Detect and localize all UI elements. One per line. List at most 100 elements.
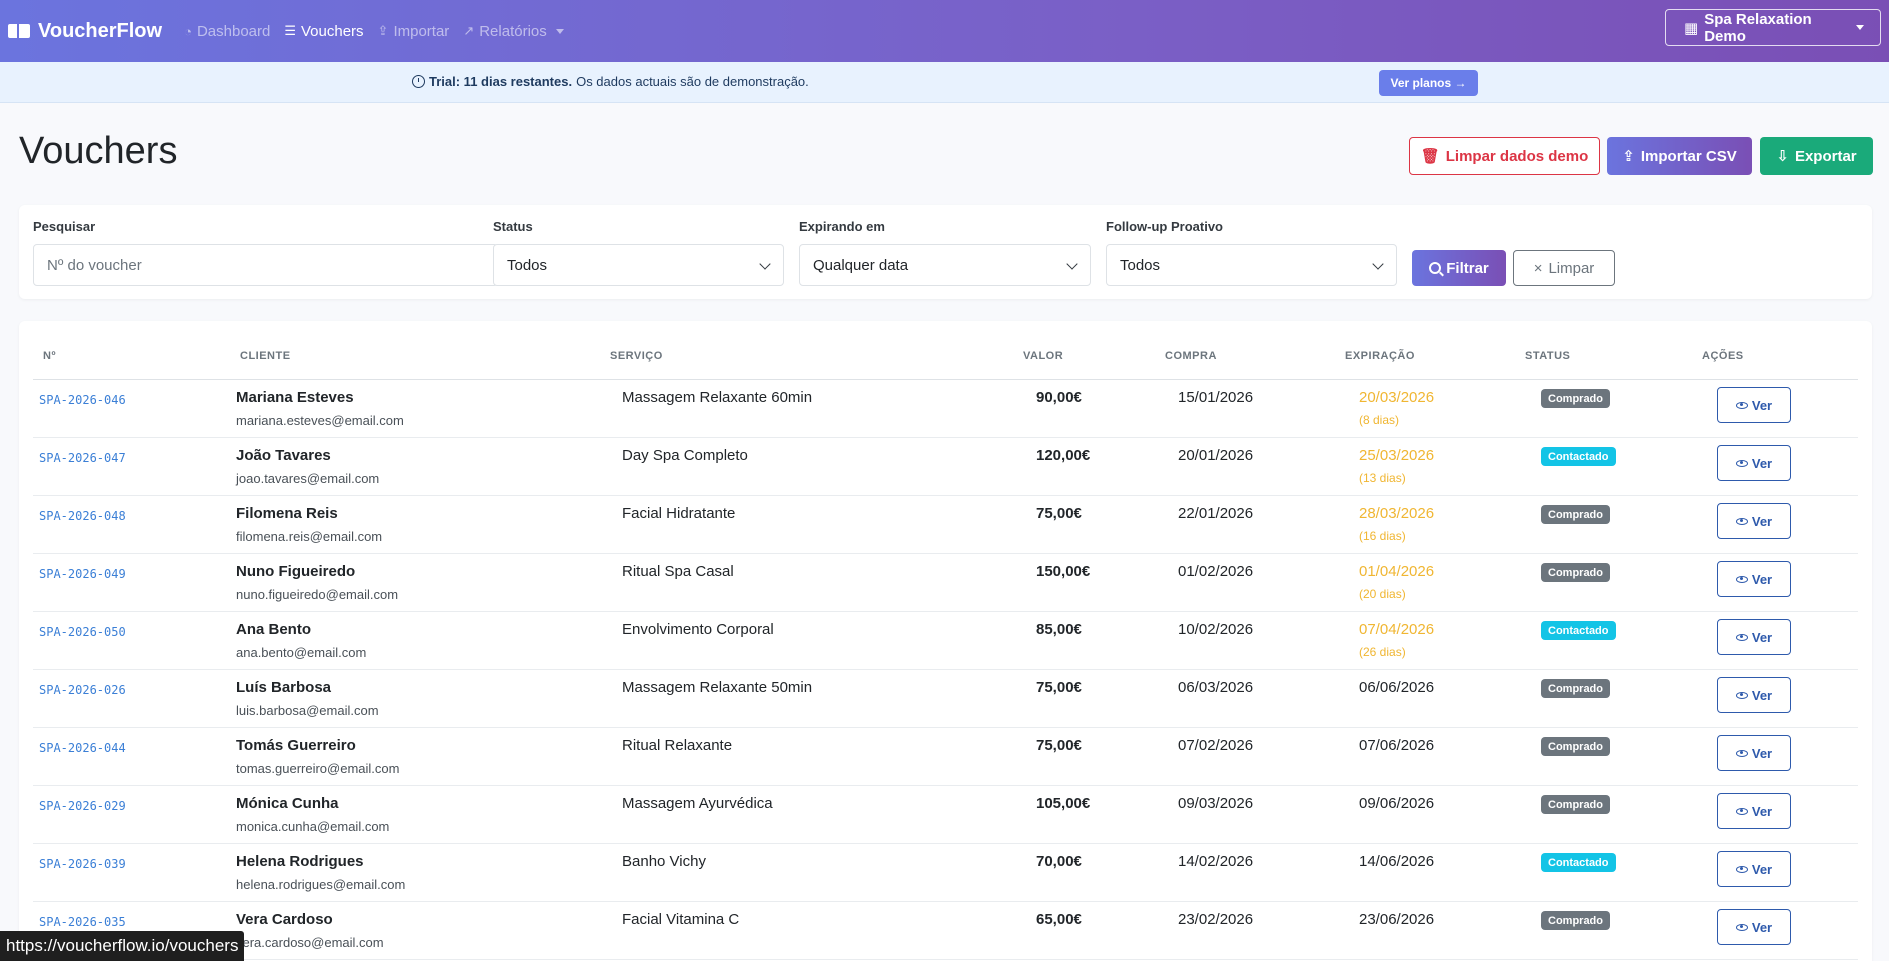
client-email: monica.cunha@email.com [236,819,390,834]
table-row: SPA-2026-048 Filomena Reis filomena.reis@e… [33,496,1858,554]
voucher-number-link[interactable]: SPA-2026-049 [39,567,126,581]
view-button[interactable]: Ver [1717,619,1791,655]
view-button[interactable]: Ver [1717,445,1791,481]
client-name: Mariana Esteves [236,389,354,406]
brand[interactable]: VoucherFlow [8,20,162,43]
client-name: Mónica Cunha [236,795,339,812]
nav-vouchers[interactable]: ☰ Vouchers [284,23,363,40]
purchase-date: 01/02/2026 [1178,563,1254,580]
search-label: Pesquisar [33,219,96,234]
service-name: Massagem Relaxante 60min [622,389,813,406]
voucher-value: 70,00€ [1036,853,1082,870]
import-csv-button[interactable]: ⇪ Importar CSV [1607,137,1752,175]
export-button[interactable]: ⇩ Exportar [1760,137,1873,175]
status-badge: Comprado [1541,795,1610,814]
reset-button[interactable]: × Limpar [1513,250,1615,286]
status-badge: Comprado [1541,505,1610,524]
export-label: Exportar [1794,147,1857,165]
voucher-value: 90,00€ [1036,389,1082,406]
view-button[interactable]: Ver [1717,735,1791,771]
voucher-value: 85,00€ [1036,621,1082,638]
purchase-date: 14/02/2026 [1178,853,1254,870]
table-row: SPA-2026-044 Tomás Guerreiro tomas.guerrei… [33,728,1858,786]
client-name: Luís Barbosa [236,679,332,696]
client-email: vera.cardoso@email.com [236,935,384,950]
search-input[interactable]: Nº do voucher [33,244,498,286]
client-email: luis.barbosa@email.com [236,703,379,718]
nav-importar[interactable]: ⇪ Importar [378,23,450,40]
status-badge: Comprado [1541,563,1610,582]
view-button[interactable]: Ver [1717,561,1791,597]
client-email: ana.bento@email.com [236,645,367,660]
view-button[interactable]: Ver [1717,503,1791,539]
voucher-number-link[interactable]: SPA-2026-046 [39,393,126,407]
chevron-down-icon [1066,258,1078,270]
view-button-label: Ver [1751,455,1773,471]
voucher-number-link[interactable]: SPA-2026-047 [39,451,126,465]
voucher-number-link[interactable]: SPA-2026-035 [39,915,126,929]
view-button[interactable]: Ver [1717,851,1791,887]
view-plans-button[interactable]: Ver planos → [1379,70,1478,96]
account-dropdown[interactable]: ▦ Spa Relaxation Demo [1665,9,1881,46]
table-row: SPA-2026-029 Mónica Cunha monica.cunha@ema… [33,786,1858,844]
status-select[interactable]: Todos [493,244,784,286]
view-button[interactable]: Ver [1717,677,1791,713]
view-button-label: Ver [1751,571,1773,587]
followup-select[interactable]: Todos [1106,244,1397,286]
voucher-number-link[interactable]: SPA-2026-044 [39,741,126,755]
days-remaining: (8 dias) [1359,413,1400,427]
status-badge: Comprado [1541,737,1610,756]
expiry-date: 14/06/2026 [1359,853,1435,870]
nav-relatorios[interactable]: ↗ Relatórios [463,22,564,40]
client-email: tomas.guerreiro@email.com [236,761,400,776]
days-remaining: (26 dias) [1359,645,1406,659]
link-status-bar: https://voucherflow.io/vouchers [0,931,245,961]
expiry-date: 07/04/2026 [1359,621,1435,638]
expiring-select[interactable]: Qualquer data [799,244,1091,286]
eye-icon [1735,691,1748,699]
col-header-valor: VALOR [1023,350,1064,362]
voucher-number-link[interactable]: SPA-2026-050 [39,625,126,639]
voucher-value: 65,00€ [1036,911,1082,928]
table-row: SPA-2026-050 Ana Bento ana.bento@email.com… [33,612,1858,670]
chevron-down-icon [759,258,771,270]
voucher-number-link[interactable]: SPA-2026-026 [39,683,126,697]
table-row: SPA-2026-035 Vera Cardoso vera.cardoso@ema… [33,902,1858,960]
client-name: Nuno Figueiredo [236,563,356,580]
nav-dashboard[interactable]: ◔ Dashboard [184,23,270,40]
client-email: mariana.esteves@email.com [236,413,404,428]
view-button[interactable]: Ver [1717,793,1791,829]
view-button[interactable]: Ver [1717,909,1791,945]
eye-icon [1735,517,1748,525]
expiry-date: 09/06/2026 [1359,795,1435,812]
expiry-date: 07/06/2026 [1359,737,1435,754]
view-button[interactable]: Ver [1717,387,1791,423]
voucher-number-link[interactable]: SPA-2026-029 [39,799,126,813]
eye-icon [1735,807,1748,815]
eye-icon [1735,575,1748,583]
nav-relatorios-label: Relatórios [479,22,547,40]
view-button-label: Ver [1751,397,1773,413]
status-badge: Comprado [1541,389,1610,408]
voucher-value: 120,00€ [1036,447,1091,464]
purchase-date: 23/02/2026 [1178,911,1254,928]
purchase-date: 10/02/2026 [1178,621,1254,638]
page-title: Vouchers [19,130,178,172]
followup-label: Follow-up Proativo [1106,219,1223,234]
filter-button[interactable]: Filtrar [1412,250,1506,286]
voucher-value: 105,00€ [1036,795,1091,812]
client-name: Tomás Guerreiro [236,737,356,754]
vouchers-table: Nº CLIENTE SERVIÇO VALOR COMPRA EXPIRAÇÃ… [19,321,1872,961]
voucher-number-link[interactable]: SPA-2026-048 [39,509,126,523]
clear-demo-button[interactable]: 🗑 Limpar dados demo [1409,137,1600,175]
voucher-number-link[interactable]: SPA-2026-039 [39,857,126,871]
col-header-servico: SERVIÇO [610,350,663,362]
service-name: Facial Vitamina C [622,911,740,928]
trial-days: Trial: 11 dias restantes. [429,74,573,89]
import-csv-label: Importar CSV [1640,147,1737,165]
service-name: Ritual Spa Casal [622,563,734,580]
service-name: Massagem Ayurvédica [622,795,773,812]
purchase-date: 20/01/2026 [1178,447,1254,464]
view-button-label: Ver [1751,629,1773,645]
service-name: Banho Vichy [622,853,706,870]
